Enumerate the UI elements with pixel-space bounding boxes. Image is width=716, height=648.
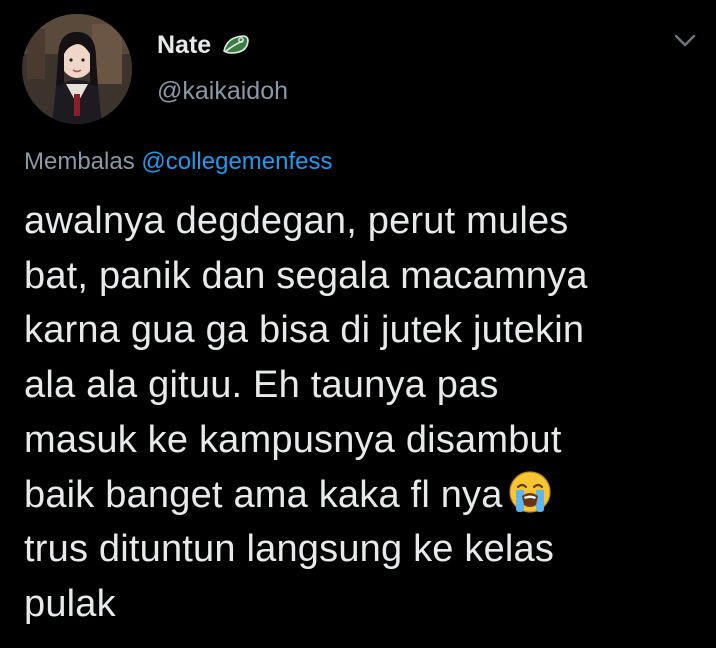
author-handle[interactable]: @kaikaidoh — [157, 77, 288, 106]
tweet-line: baik banget ama kaka fl nya — [24, 473, 503, 516]
profile-photo-icon — [22, 14, 132, 124]
tweet-line: masuk ke kampusnya disambut — [24, 418, 562, 461]
tweet-line: karna gua ga bisa di jutek jutekin — [24, 309, 585, 352]
tweet-card[interactable]: Nate @kaikaidoh Membalas @collegemenfess… — [0, 0, 716, 648]
tweet-line: pulak — [24, 582, 116, 625]
avatar[interactable] — [22, 14, 132, 124]
tweet-line: awalnya degdegan, perut mules — [24, 200, 569, 242]
author-name-row: Nate — [157, 28, 251, 62]
loudly-crying-face-icon — [507, 469, 553, 515]
tweet-text: awalnya degdegan, perut mules bat, panik… — [24, 194, 704, 632]
tweet-line: trus dituntun langsung ke kelas — [24, 528, 555, 571]
tweet-line: bat, panik dan segala macamnya — [24, 254, 588, 297]
reply-prefix: Membalas — [24, 148, 135, 175]
display-name[interactable]: Nate — [157, 31, 211, 60]
reply-context: Membalas @collegemenfess — [24, 148, 333, 176]
reply-mention-link[interactable]: @collegemenfess — [141, 148, 332, 175]
tweet-line-with-emoji: baik banget ama kaka fl nya — [24, 468, 704, 523]
tweet-line: ala ala gituu. Eh taunya pas — [24, 364, 499, 407]
chevron-down-icon[interactable] — [672, 30, 698, 52]
leaf-icon — [221, 31, 251, 59]
